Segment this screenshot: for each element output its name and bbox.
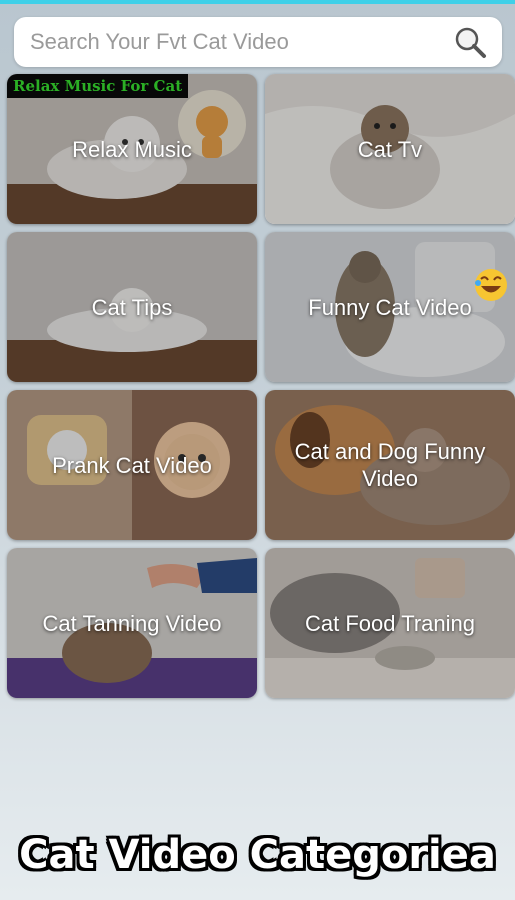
category-label: Cat Tv [357, 136, 423, 162]
category-tile-cat-tv[interactable]: Cat Tv [265, 74, 515, 224]
category-tile-relax-music[interactable]: Relax Music For Cat Relax Music [7, 74, 257, 224]
category-tile-cat-food-traning[interactable]: Cat Food Traning [265, 548, 515, 698]
category-tile-cat-and-dog-funny-video[interactable]: Cat and Dog Funny Video [265, 390, 515, 540]
search-bar[interactable] [14, 17, 502, 67]
status-accent-line [0, 0, 515, 4]
category-grid: Relax Music For Cat Relax Music Cat Tv C… [7, 74, 515, 698]
search-icon[interactable] [452, 24, 488, 60]
category-tile-funny-cat-video[interactable]: Funny Cat Video [265, 232, 515, 382]
search-input[interactable] [28, 28, 452, 56]
category-label: Prank Cat Video [52, 452, 212, 478]
category-label: Cat Tanning Video [42, 610, 222, 636]
category-label: Cat Tips [91, 294, 173, 320]
category-tile-cat-tips[interactable]: Cat Tips [7, 232, 257, 382]
category-label: Cat and Dog Funny Video [294, 439, 486, 491]
category-label: Relax Music [72, 136, 192, 162]
page-caption: Cat Video Categoriea [19, 832, 496, 878]
category-label: Cat Food Traning [305, 610, 475, 636]
category-tile-cat-tanning-video[interactable]: Cat Tanning Video [7, 548, 257, 698]
category-tile-prank-cat-video[interactable]: Prank Cat Video [7, 390, 257, 540]
category-label: Funny Cat Video [308, 294, 472, 320]
